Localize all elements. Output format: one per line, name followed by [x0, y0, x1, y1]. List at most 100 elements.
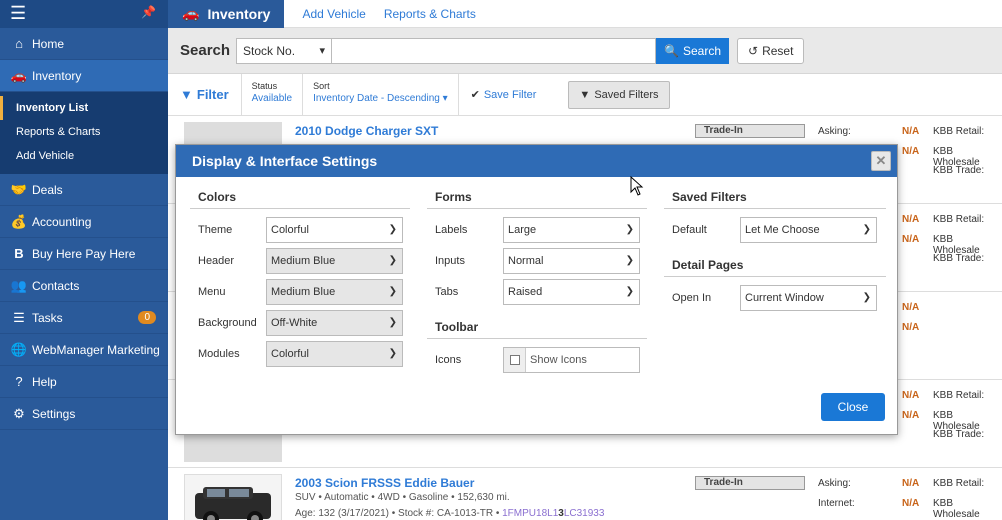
chevron-down-icon: ❯ — [388, 348, 397, 359]
save-filter-button[interactable]: ✔ Save Filter — [459, 74, 549, 115]
saved-filters-label: Saved Filters — [594, 89, 659, 101]
select-value: Medium Blue — [271, 286, 336, 298]
sidebar-item-accounting[interactable]: 💰 Accounting — [0, 206, 168, 238]
inputs-select[interactable]: Normal ❯ — [503, 248, 640, 274]
b-icon: B — [14, 246, 24, 261]
sidebar-subitem-inventory-list[interactable]: Inventory List — [0, 96, 168, 120]
chevron-down-icon: ❯ — [388, 286, 397, 297]
section-title: Forms — [427, 185, 647, 209]
sidebar-subitem-add-vehicle[interactable]: Add Vehicle — [0, 144, 168, 168]
sidebar-item-label: Contacts — [32, 278, 80, 293]
car-icon: 🚗 — [10, 67, 28, 83]
show-icons-checkbox[interactable]: Show Icons — [503, 347, 640, 373]
open-in-select[interactable]: Current Window ❯ — [740, 285, 877, 311]
sidebar: ☰ 📌 ⌂ Home 🚗 Inventory Inventory List Repo… — [0, 0, 168, 520]
internet-label: Internet: — [818, 498, 855, 509]
search-field-select[interactable]: Stock No. ▾ — [236, 37, 333, 64]
add-vehicle-link[interactable]: Add Vehicle — [302, 7, 365, 21]
question-icon: ? — [15, 374, 23, 389]
sidebar-item-buy-here-pay-here[interactable]: B Buy Here Pay Here — [0, 238, 168, 270]
labels-select[interactable]: Large ❯ — [503, 217, 640, 243]
background-select[interactable]: Off-White ❯ — [266, 310, 403, 336]
na-value: N/A — [902, 390, 920, 401]
page-title: Inventory — [207, 5, 271, 22]
reports-charts-link[interactable]: Reports & Charts — [384, 7, 476, 21]
search-button[interactable]: 🔍 Search — [656, 37, 730, 64]
vin-link[interactable]: 1FMPU18L13LC31933 — [502, 508, 604, 519]
na-value: N/A — [902, 322, 920, 333]
section-title: Saved Filters — [664, 185, 886, 209]
menu-row: Menu Medium Blue ❯ — [190, 277, 410, 307]
inventory-tab[interactable]: 🚗 Inventory — [168, 0, 285, 28]
display-settings-modal: Display & Interface Settings ✕ Colors Th… — [175, 144, 898, 435]
field-label: Menu — [198, 286, 226, 298]
forms-section: Forms Labels Large ❯ Inputs Normal ❯ Tabs Rai… — [427, 185, 647, 375]
na-value: N/A — [902, 478, 920, 489]
select-value: Medium Blue — [271, 255, 336, 267]
saved-filters-button[interactable]: ▼ Saved Filters — [568, 81, 670, 109]
tabs-select[interactable]: Raised ❯ — [503, 279, 640, 305]
search-label: Search — [180, 42, 231, 59]
save-filter-label: Save Filter — [483, 88, 537, 101]
open-in-row: Open In Current Window ❯ — [664, 283, 886, 313]
status-value[interactable]: Available — [252, 93, 292, 104]
sort-value[interactable]: Inventory Date - Descending ▾ — [313, 93, 448, 104]
search-bar: Search Stock No. ▾ 🔍 Search ↺ Reset — [168, 28, 1002, 74]
menu-select[interactable]: Medium Blue ❯ — [266, 279, 403, 305]
modules-select[interactable]: Colorful ❯ — [266, 341, 403, 367]
header-select[interactable]: Medium Blue ❯ — [266, 248, 403, 274]
sidebar-item-deals[interactable]: 🤝 Deals — [0, 174, 168, 206]
checkbox-box[interactable] — [504, 348, 526, 372]
na-value: N/A — [902, 214, 920, 225]
status-filter[interactable]: Status Available — [242, 74, 304, 115]
funnel-icon: ▼ — [180, 87, 193, 102]
sidebar-item-contacts[interactable]: 👥 Contacts — [0, 270, 168, 302]
modules-row: Modules Colorful ❯ — [190, 339, 410, 369]
sidebar-subitem-reports-charts[interactable]: Reports & Charts — [0, 120, 168, 144]
search-input[interactable] — [332, 37, 657, 64]
pin-icon[interactable]: 📌 — [141, 5, 156, 19]
sidebar-item-label: Settings — [32, 406, 76, 421]
theme-select[interactable]: Colorful ❯ — [266, 217, 403, 243]
gear-icon: ⚙ — [13, 405, 25, 421]
users-icon: 👥 — [10, 277, 28, 293]
chevron-down-icon: ❯ — [388, 224, 397, 235]
background-row: Background Off-White ❯ — [190, 308, 410, 338]
field-label: Background — [198, 317, 257, 329]
select-value: Colorful — [271, 348, 309, 360]
vehicle-title-link[interactable]: 2010 Dodge Charger SXT — [295, 124, 438, 138]
money-bag-icon: 💰 — [10, 213, 28, 229]
header-row: Header Medium Blue ❯ — [190, 246, 410, 276]
sidebar-top: ☰ 📌 — [0, 0, 168, 28]
reset-button[interactable]: ↺ Reset — [737, 37, 805, 64]
theme-row: Theme Colorful ❯ — [190, 215, 410, 245]
close-button[interactable]: Close — [821, 393, 885, 421]
section-title: Detail Pages — [664, 253, 886, 277]
vehicle-thumbnail[interactable] — [184, 474, 282, 520]
sidebar-item-help[interactable]: ? Help — [0, 366, 168, 398]
sidebar-item-label: WebManager Marketing — [32, 342, 160, 357]
undo-icon: ↺ — [748, 43, 759, 58]
field-label: Modules — [198, 348, 240, 360]
sidebar-item-webmanager-marketing[interactable]: 🌐 WebManager Marketing — [0, 334, 168, 366]
select-value: Large — [508, 224, 537, 236]
hamburger-icon[interactable]: ☰ — [10, 3, 26, 24]
field-label: Labels — [435, 224, 468, 236]
kbb-trade-label: KBB Trade: — [933, 429, 985, 440]
sidebar-item-home[interactable]: ⌂ Home — [0, 28, 168, 60]
sort-filter[interactable]: Sort Inventory Date - Descending ▾ — [303, 74, 459, 115]
vehicle-title-link[interactable]: 2003 Scion FRSSS Eddie Bauer — [295, 476, 474, 490]
field-label: Tabs — [435, 286, 459, 298]
close-icon[interactable]: ✕ — [871, 151, 891, 171]
filter-button[interactable]: ▼ Filter — [168, 74, 242, 115]
sidebar-item-tasks[interactable]: ☰ Tasks 0 — [0, 302, 168, 334]
sidebar-item-settings[interactable]: ⚙ Settings — [0, 398, 168, 430]
default-filter-select[interactable]: Let Me Choose ❯ — [740, 217, 877, 243]
na-value: N/A — [902, 302, 920, 313]
modal-title: Display & Interface Settings — [192, 153, 378, 169]
icons-row: Icons Show Icons — [427, 345, 647, 375]
sidebar-item-inventory[interactable]: 🚗 Inventory — [0, 60, 168, 92]
field-label: Header — [198, 255, 235, 267]
chevron-down-icon: ❯ — [625, 286, 634, 297]
kbb-retail-label: KBB Retail: — [933, 126, 985, 137]
